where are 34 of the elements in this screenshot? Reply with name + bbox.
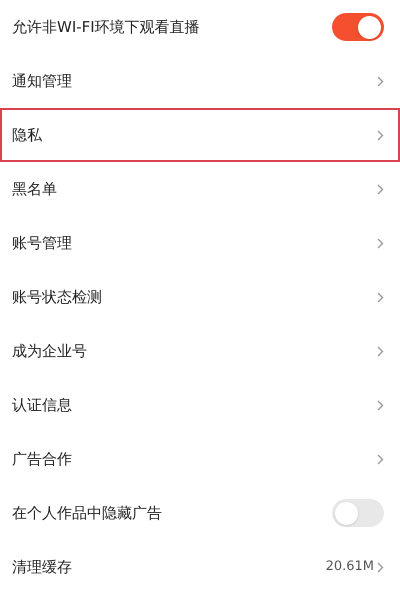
- setting-label: 在个人作品中隐藏广告: [12, 502, 162, 524]
- setting-label: 通知管理: [12, 70, 72, 92]
- setting-label: 成为企业号: [12, 340, 87, 362]
- setting-label: 允许非WI-FI环境下观看直播: [12, 16, 200, 38]
- chevron-icon: [377, 562, 384, 572]
- setting-label: 隐私: [12, 124, 42, 146]
- settings-row[interactable]: 允许非WI-FI环境下观看直播: [0, 0, 400, 54]
- setting-label: 账号状态检测: [12, 286, 102, 308]
- settings-row[interactable]: 通知管理: [0, 54, 400, 108]
- cache-size: 20.61M: [326, 558, 374, 576]
- toggle-switch[interactable]: [332, 13, 384, 41]
- chevron-icon: [377, 400, 384, 410]
- settings-row[interactable]: 黑名单: [0, 162, 400, 216]
- settings-row[interactable]: 隐私: [0, 108, 400, 162]
- toggle-switch[interactable]: [332, 499, 384, 527]
- setting-label: 认证信息: [12, 394, 72, 416]
- setting-label: 账号管理: [12, 232, 72, 254]
- chevron-icon: [377, 76, 384, 86]
- settings-row[interactable]: 账号管理: [0, 216, 400, 270]
- chevron-icon: [377, 238, 384, 248]
- settings-row[interactable]: 认证信息: [0, 378, 400, 432]
- settings-row[interactable]: 在个人作品中隐藏广告: [0, 486, 400, 540]
- chevron-icon: [377, 454, 384, 464]
- setting-label: 广告合作: [12, 448, 72, 470]
- chevron-icon: [377, 130, 384, 140]
- setting-label: 黑名单: [12, 178, 57, 200]
- settings-row[interactable]: 账号状态检测: [0, 270, 400, 324]
- setting-label: 清理缓存: [12, 556, 72, 578]
- chevron-icon: [377, 346, 384, 356]
- settings-row[interactable]: 广告合作: [0, 432, 400, 486]
- chevron-icon: [377, 184, 384, 194]
- settings-row[interactable]: 清理缓存 20.61M: [0, 540, 400, 594]
- settings-row[interactable]: 成为企业号: [0, 324, 400, 378]
- chevron-icon: [377, 292, 384, 302]
